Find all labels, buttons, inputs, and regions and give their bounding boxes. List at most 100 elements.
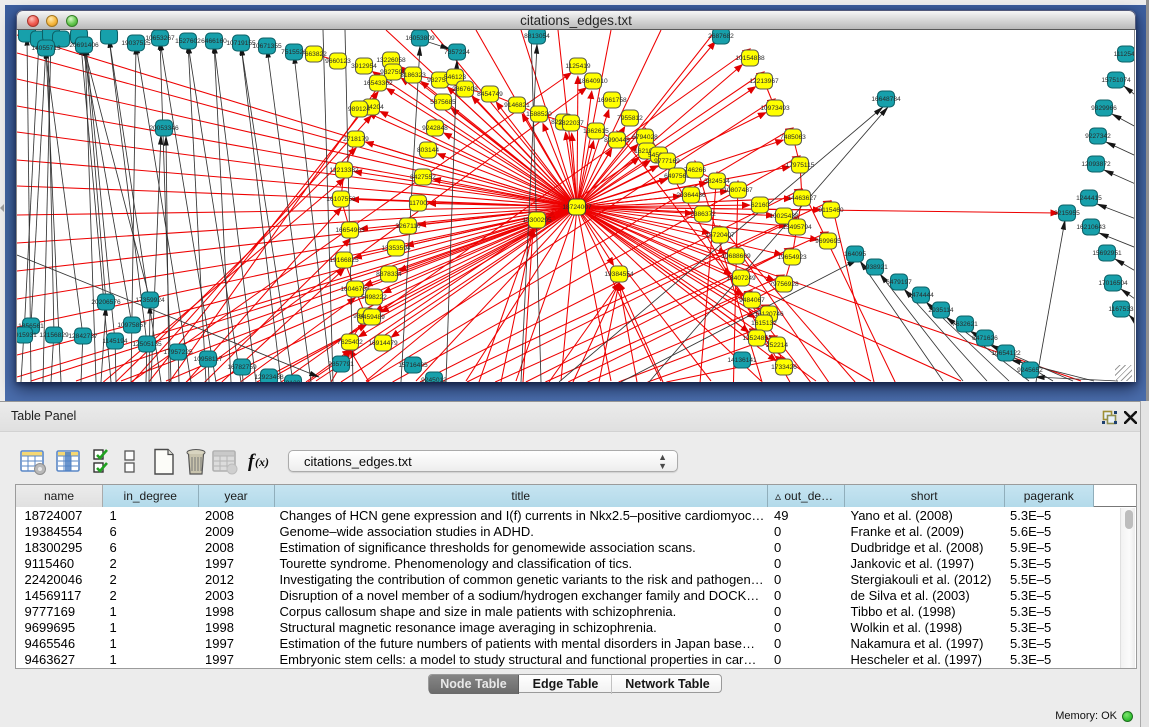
svg-text:9146821: 9146821 [504, 102, 530, 109]
svg-text:252214: 252214 [766, 342, 788, 349]
svg-text:2687682: 2687682 [708, 33, 734, 40]
svg-text:10958117: 10958117 [194, 356, 223, 363]
svg-text:15692951: 15692951 [1092, 250, 1122, 257]
svg-text:16914479: 16914479 [368, 340, 398, 347]
svg-text:5875685: 5875685 [430, 99, 456, 106]
svg-text:9227342: 9227342 [1085, 133, 1111, 140]
svg-text:12842737: 12842737 [68, 333, 98, 340]
svg-text:3215955: 3215955 [1054, 210, 1080, 217]
svg-text:1244415: 1244415 [1076, 195, 1102, 202]
svg-text:18640910: 18640910 [578, 78, 608, 85]
svg-text:14055713: 14055713 [31, 45, 61, 52]
svg-text:3912954: 3912954 [351, 63, 377, 70]
svg-text:546123: 546123 [444, 74, 466, 81]
svg-text:14136141: 14136141 [727, 357, 757, 364]
svg-text:17975115: 17975115 [786, 162, 815, 169]
svg-text:16053809: 16053809 [405, 35, 435, 42]
svg-text:12213967: 12213967 [749, 78, 779, 85]
svg-text:1733426: 1733426 [771, 364, 797, 371]
svg-text:12093872: 12093872 [1081, 161, 1111, 168]
svg-text:9699695: 9699695 [815, 238, 841, 245]
svg-text:20053346: 20053346 [149, 125, 179, 132]
svg-text:19384554: 19384554 [604, 271, 634, 278]
svg-text:8123: 8123 [286, 380, 301, 382]
svg-text:9777169: 9777169 [654, 158, 680, 165]
svg-text:9245012: 9245012 [421, 377, 447, 382]
svg-text:18300295: 18300295 [522, 217, 552, 224]
svg-text:9857791: 9857791 [328, 361, 354, 368]
svg-text:12156829: 12156829 [39, 332, 69, 339]
svg-text:2867608: 2867608 [452, 86, 478, 93]
svg-text:9660123: 9660123 [325, 58, 351, 65]
svg-text:7357224: 7357224 [444, 49, 470, 56]
svg-text:9474444: 9474444 [908, 292, 934, 299]
svg-text:3822037: 3822037 [558, 120, 584, 127]
svg-text:79756928: 79756928 [769, 281, 799, 288]
svg-text:7485063: 7485063 [780, 134, 806, 141]
svg-text:7386372: 7386372 [690, 211, 716, 218]
svg-text:8186323: 8186323 [400, 72, 426, 79]
svg-text:1125419: 1125419 [565, 63, 591, 70]
svg-text:17016504: 17016504 [1098, 280, 1128, 287]
svg-text:12213382: 12213382 [329, 167, 359, 174]
svg-text:6466160: 6466160 [201, 38, 227, 45]
svg-text:15751074: 15751074 [1101, 77, 1131, 84]
svg-text:746266: 746266 [684, 167, 706, 174]
svg-text:1615132: 1615132 [751, 320, 777, 327]
svg-text:19654923: 19654923 [777, 254, 807, 261]
svg-text:13226058: 13226058 [376, 57, 406, 64]
svg-text:16543362: 16543362 [363, 80, 393, 87]
svg-text:8471626: 8471626 [972, 335, 998, 342]
svg-text:20364436: 20364436 [676, 192, 706, 199]
svg-text:8938921: 8938921 [862, 264, 888, 271]
svg-text:989124: 989124 [348, 106, 370, 113]
svg-text:10688609: 10688609 [721, 253, 751, 260]
svg-text:6479197: 6479197 [886, 279, 912, 286]
svg-text:10671355: 10671355 [252, 43, 282, 50]
svg-text:803144: 803144 [417, 147, 439, 154]
svg-text:18407249: 18407249 [726, 275, 756, 282]
svg-text:9115460: 9115460 [818, 207, 844, 214]
svg-text:18724007: 18724007 [562, 204, 592, 211]
svg-text:(x): (x) [255, 455, 269, 469]
svg-text:6794028: 6794028 [632, 134, 658, 141]
svg-text:13353594: 13353594 [381, 245, 411, 252]
svg-text:1145194: 1145194 [102, 338, 128, 345]
svg-text:8454749: 8454749 [477, 91, 503, 98]
svg-text:17957225: 17957225 [163, 349, 193, 356]
svg-text:164095: 164095 [844, 251, 866, 258]
svg-text:8813054: 8813054 [524, 33, 550, 40]
svg-text:15716485: 15716485 [398, 362, 428, 369]
svg-text:2935114: 2935114 [928, 307, 954, 314]
svg-text:7625402: 7625402 [337, 339, 363, 346]
svg-text:16210643: 16210643 [1076, 224, 1106, 231]
svg-text:19166825: 19166825 [329, 257, 359, 264]
svg-text:9459489: 9459489 [359, 314, 385, 321]
svg-text:7955812: 7955812 [617, 115, 643, 122]
svg-text:10653267: 10653267 [145, 35, 175, 42]
svg-text:1527602: 1527602 [175, 38, 201, 45]
svg-text:17359924: 17359924 [135, 297, 165, 304]
svg-text:1112543: 1112543 [1114, 51, 1135, 58]
svg-text:7663822: 7663822 [301, 51, 327, 58]
svg-text:1588520: 1588520 [526, 111, 552, 118]
svg-text:10807487: 10807487 [723, 187, 753, 194]
svg-text:16648784: 16648784 [871, 96, 901, 103]
svg-text:10654122: 10654122 [991, 350, 1021, 357]
svg-text:20206576: 20206576 [91, 299, 121, 306]
svg-text:2718179: 2718179 [343, 136, 369, 143]
svg-text:16961758: 16961758 [597, 97, 627, 104]
svg-text:11700: 11700 [409, 200, 427, 207]
svg-text:3824514: 3824514 [704, 178, 730, 185]
svg-text:9245652: 9245652 [1017, 367, 1043, 374]
svg-text:8878334: 8878334 [376, 271, 402, 278]
svg-text:62160: 62160 [751, 202, 770, 209]
svg-text:7632621: 7632621 [952, 321, 978, 328]
svg-text:10154838: 10154838 [735, 55, 765, 62]
svg-text:9329966: 9329966 [1091, 105, 1117, 112]
svg-text:10975857: 10975857 [117, 322, 147, 329]
svg-text:1167533: 1167533 [1108, 306, 1134, 313]
svg-text:14463627: 14463627 [787, 195, 817, 202]
svg-text:16107553: 16107553 [326, 196, 356, 203]
svg-text:9484067: 9484067 [739, 297, 765, 304]
